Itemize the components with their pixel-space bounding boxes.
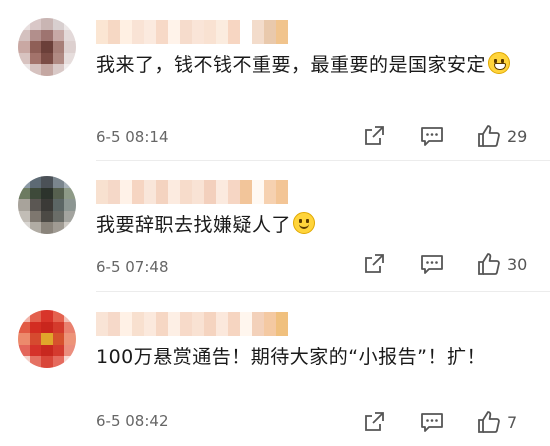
like-count: 7 — [507, 412, 518, 432]
like-count: 29 — [507, 126, 528, 146]
comment-item[interactable]: 我来了，钱不钱不重要，最重要的是国家安定 6-5 08:14 29 — [0, 0, 550, 160]
grinning-emoji — [488, 52, 511, 74]
comment-text-content: 我来了，钱不钱不重要，最重要的是国家安定 — [96, 54, 487, 76]
username-blurred[interactable] — [96, 180, 288, 204]
like-count: 30 — [507, 254, 528, 274]
comment-text: 我要辞职去找嫌疑人了 — [96, 210, 530, 240]
like-button[interactable]: 30 — [476, 251, 527, 277]
comment-icon[interactable] — [419, 252, 445, 276]
thumbs-up-icon[interactable] — [476, 251, 502, 277]
avatar[interactable] — [18, 18, 76, 76]
share-icon[interactable] — [362, 252, 386, 276]
share-icon[interactable] — [362, 410, 386, 434]
avatar[interactable] — [18, 176, 76, 234]
username-blurred[interactable] — [96, 20, 288, 44]
thumbs-up-icon[interactable] — [476, 123, 502, 149]
comment-date: 6-5 08:42 — [96, 412, 169, 430]
smiling-emoji — [293, 212, 316, 234]
like-button[interactable]: 29 — [476, 123, 527, 149]
comment-date: 6-5 07:48 — [96, 258, 169, 276]
comment-text-content: 我要辞职去找嫌疑人了 — [96, 214, 292, 236]
thumbs-up-icon[interactable] — [476, 409, 502, 435]
avatar[interactable] — [18, 310, 76, 368]
comment-text: 100万悬赏通告！期待大家的“小报告”！扩！ — [96, 342, 530, 372]
username-blurred[interactable] — [96, 312, 288, 336]
comment-icon[interactable] — [419, 124, 445, 148]
comment-text-content: 100万悬赏通告！期待大家的“小报告”！扩！ — [96, 346, 486, 368]
share-icon[interactable] — [362, 124, 386, 148]
comment-item[interactable]: 我要辞职去找嫌疑人了 6-5 07:48 30 — [0, 160, 550, 292]
comment-icon[interactable] — [419, 410, 445, 434]
comment-date: 6-5 08:14 — [96, 128, 169, 146]
comment-text: 我来了，钱不钱不重要，最重要的是国家安定 — [96, 50, 530, 80]
like-button[interactable]: 7 — [476, 409, 517, 435]
comment-item[interactable]: 100万悬赏通告！期待大家的“小报告”！扩！ 6-5 08:42 7 — [0, 292, 550, 446]
